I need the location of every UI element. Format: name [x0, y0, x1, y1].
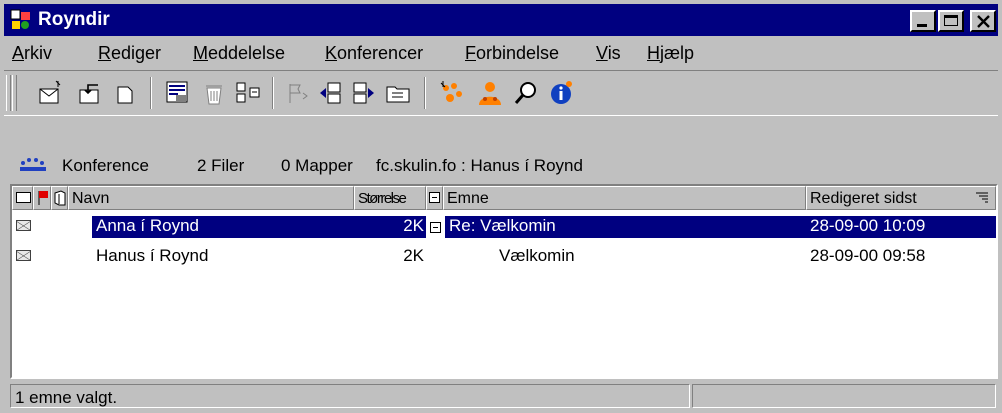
delete-icon[interactable] [200, 79, 228, 107]
column-header-attachment[interactable] [51, 186, 68, 210]
toolbar-grip-2[interactable] [12, 75, 17, 111]
read-envelope-icon [16, 250, 31, 261]
message-author: Hanus í Roynd [96, 246, 209, 265]
close-button[interactable] [970, 10, 996, 32]
maximize-icon [944, 15, 958, 26]
collapse-icon [429, 192, 440, 203]
minimize-icon [917, 24, 927, 27]
window-title: Royndir [38, 9, 110, 30]
message-author: Anna í Roynd [92, 216, 354, 238]
toolbar-separator [150, 77, 152, 109]
toolbar [4, 70, 998, 116]
menu-forbindelse[interactable]: Forbindelse [465, 43, 559, 64]
maximize-button[interactable] [938, 10, 964, 32]
menu-arkiv[interactable]: Arkiv [12, 43, 52, 64]
column-header-modified-label: Redigeret sidst [810, 190, 917, 207]
attachment-icon [54, 190, 66, 206]
flag-icon[interactable] [284, 79, 312, 107]
column-header-size[interactable]: Størrelse [354, 186, 426, 210]
menu-konferencer[interactable]: Konferencer [325, 43, 423, 64]
new-message-icon[interactable] [36, 79, 64, 107]
app-icon [10, 9, 30, 29]
column-header-name[interactable]: Navn [68, 186, 354, 210]
folder-path: fc.skulin.fo : Hanus í Roynd [376, 156, 583, 175]
menu-hjaelp[interactable]: Hjælp [647, 43, 694, 64]
message-subject: Re: Vælkomin [445, 216, 806, 238]
menu-bar: Arkiv Rediger Meddelelse Konferencer For… [4, 38, 998, 68]
toolbar-separator [424, 77, 426, 109]
minimize-button[interactable] [910, 10, 936, 32]
message-modified: 28-09-00 09:58 [810, 246, 926, 265]
column-header-modified[interactable]: Redigeret sidst [806, 186, 996, 210]
read-envelope-icon [16, 220, 31, 231]
move-icon[interactable] [234, 79, 262, 107]
menu-vis[interactable]: Vis [596, 43, 621, 64]
previous-icon[interactable] [316, 79, 344, 107]
column-header-read[interactable] [12, 186, 33, 210]
info-bar: Konference 2 Filer 0 Mapper fc.skulin.fo… [4, 150, 998, 180]
folder-icon[interactable] [384, 79, 412, 107]
user-icon[interactable] [476, 79, 504, 107]
status-pane-secondary [692, 384, 996, 408]
search-icon[interactable] [512, 79, 540, 107]
main-window: Royndir Arkiv Rediger Meddelelse Konfere… [0, 0, 1002, 413]
toolbar-separator [272, 77, 274, 109]
message-subject: Vælkomin [499, 246, 575, 265]
thread-collapse-icon[interactable] [430, 222, 441, 233]
message-modified: 28-09-00 10:09 [806, 216, 996, 238]
column-header-size-label: Størrelse [358, 190, 407, 207]
list-item[interactable]: Hanus í Roynd 2K Vælkomin 28-09-00 09:58 [12, 242, 996, 270]
column-header-flag[interactable] [33, 186, 51, 210]
list-item[interactable]: Anna í Roynd 2K Re: Vælkomin 28-09-00 10… [12, 212, 996, 240]
message-list[interactable]: Navn Størrelse Emne Redigeret sidst Anna… [10, 184, 998, 379]
conference-type-icon [20, 158, 46, 171]
reply-icon[interactable] [76, 79, 104, 107]
toolbar-grip[interactable] [6, 75, 11, 111]
close-icon [977, 15, 990, 28]
menu-rediger[interactable]: Rediger [98, 43, 161, 64]
flag-icon [38, 191, 48, 205]
message-size: 2K [403, 246, 424, 265]
forward-icon[interactable] [112, 79, 140, 107]
folder-type: Konference [62, 156, 149, 175]
conference-icon[interactable] [438, 79, 466, 107]
folder-count: 0 Mapper [281, 156, 353, 175]
column-chooser-icon[interactable] [975, 192, 989, 204]
next-icon[interactable] [350, 79, 378, 107]
status-bar: 1 emne valgt. [4, 382, 998, 410]
info-icon[interactable] [548, 79, 576, 107]
title-bar[interactable]: Royndir [4, 4, 998, 36]
status-pane-main: 1 emne valgt. [10, 384, 690, 408]
column-header-name-label: Navn [72, 190, 110, 207]
status-text: 1 emne valgt. [15, 388, 118, 407]
column-header-thread[interactable] [426, 186, 443, 210]
file-count: 2 Filer [197, 156, 245, 175]
column-header-subject-label: Emne [447, 190, 489, 207]
menu-meddelelse[interactable]: Meddelelse [193, 43, 285, 64]
envelope-icon [16, 192, 31, 203]
send-receive-icon[interactable] [164, 79, 192, 107]
column-header-subject[interactable]: Emne [443, 186, 806, 210]
message-size: 2K [354, 216, 426, 238]
